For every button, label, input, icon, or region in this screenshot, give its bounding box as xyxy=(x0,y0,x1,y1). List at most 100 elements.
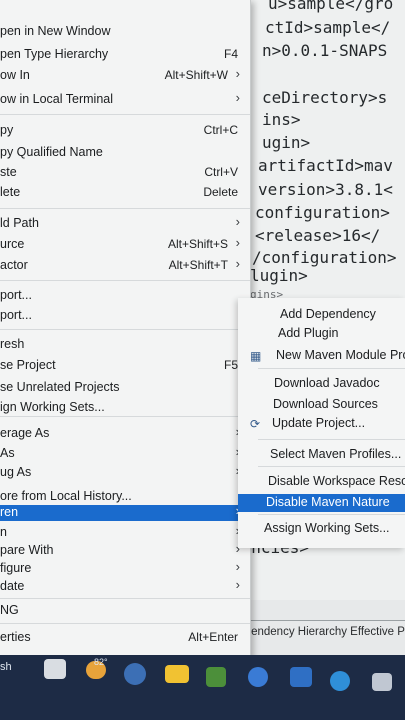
menu-item[interactable]: ug As› xyxy=(0,463,250,483)
chrome-icon[interactable] xyxy=(124,663,146,685)
menu-item[interactable]: ren› xyxy=(0,503,250,521)
submenu-item[interactable]: Add Dependency xyxy=(238,306,405,324)
pom-tab-labels[interactable]: Dependency Hierarchy Effective P xyxy=(230,626,405,638)
menu-separator xyxy=(0,329,250,330)
menu-item[interactable]: pare With › xyxy=(0,541,250,561)
menu-item[interactable]: lete Delete xyxy=(0,183,250,203)
code-line: /configuration> xyxy=(252,248,397,267)
menu-item-label: py Qualified Name xyxy=(0,145,103,159)
menu-item[interactable]: erage As› xyxy=(0,424,250,444)
menu-item[interactable]: ore from Local History... xyxy=(0,487,250,507)
menu-item-shortcut: Alt+Shift+W xyxy=(164,68,228,82)
menu-item[interactable]: py Ctrl+C xyxy=(0,121,250,141)
menu-item-label: resh xyxy=(0,337,25,351)
submenu-item[interactable]: Add Plugin xyxy=(238,325,405,343)
submenu-item[interactable]: Disable Maven Nature xyxy=(238,494,405,512)
update-icon: ⟳ xyxy=(250,417,261,431)
submenu-item[interactable]: Download Javadoc xyxy=(238,375,405,393)
menu-item[interactable]: pen Type Hierarchy F4 xyxy=(0,45,250,65)
submenu-item[interactable]: Download Sources xyxy=(238,396,405,414)
code-line: ceDirectory>s xyxy=(262,88,388,107)
code-line: configuration> xyxy=(255,203,390,222)
submenu-separator xyxy=(258,368,405,369)
code-line: ins> xyxy=(262,110,301,129)
menu-item[interactable]: ign Working Sets... xyxy=(0,398,250,418)
menu-item-label: pen in New Window xyxy=(0,24,111,38)
pom-editor-tabs[interactable]: Dependency Hierarchy Effective P xyxy=(230,626,405,656)
chevron-right-icon: › xyxy=(235,256,240,271)
menu-item-label: se Unrelated Projects xyxy=(0,380,120,394)
menu-item[interactable]: port... xyxy=(0,286,250,306)
submenu-item-label: Disable Workspace Resolu xyxy=(268,474,405,488)
menu-item-label: ore from Local History... xyxy=(0,489,132,503)
menu-item-shortcut: Ctrl+C xyxy=(203,123,238,137)
menu-item[interactable]: ld Path › xyxy=(0,214,250,234)
menu-item[interactable]: urce Alt+Shift+S › xyxy=(0,235,250,255)
submenu-item[interactable]: Disable Workspace Resolu xyxy=(238,473,405,491)
app-icon[interactable] xyxy=(290,667,312,687)
menu-item-label: erage As xyxy=(0,426,50,440)
menu-item[interactable]: erties Alt+Enter xyxy=(0,628,250,648)
menu-item-label: ign Working Sets... xyxy=(0,400,105,414)
chevron-right-icon: › xyxy=(235,577,240,592)
menu-item[interactable]: date › xyxy=(0,577,250,597)
file-icon[interactable] xyxy=(44,659,66,679)
menu-item[interactable]: figure › xyxy=(0,559,250,579)
submenu-separator xyxy=(258,514,405,515)
menu-item-label: port... xyxy=(0,308,32,322)
menu-item[interactable]: n› xyxy=(0,523,250,543)
folder-icon[interactable] xyxy=(165,665,189,683)
menu-item-shortcut: Alt+Shift+T xyxy=(168,258,228,272)
menu-item-label: pare With xyxy=(0,543,54,557)
submenu-separator xyxy=(258,466,405,467)
submenu-item[interactable]: ⟳ Update Project... xyxy=(238,415,405,433)
menu-item[interactable]: As› xyxy=(0,444,250,464)
menu-item[interactable]: NG xyxy=(0,601,250,621)
menu-item[interactable]: ste Ctrl+V xyxy=(0,163,250,183)
chevron-right-icon: › xyxy=(235,214,240,229)
code-line: lugin> xyxy=(250,266,308,285)
taskbar-search[interactable]: sh xyxy=(0,661,12,673)
menu-item[interactable]: se Project F5 xyxy=(0,356,250,376)
divider xyxy=(228,620,405,621)
maven-module-icon: ▦ xyxy=(250,349,262,363)
menu-item[interactable]: ow In Alt+Shift+W › xyxy=(0,66,250,86)
menu-item[interactable]: resh xyxy=(0,335,250,355)
code-line: ctId>sample</ xyxy=(265,18,391,37)
menu-item[interactable]: ow in Local Terminal › xyxy=(0,90,250,110)
menu-item-shortcut: F4 xyxy=(223,47,238,61)
menu-item[interactable]: port... xyxy=(0,306,250,326)
submenu-item-label: Disable Maven Nature xyxy=(266,495,390,509)
submenu-item[interactable]: Select Maven Profiles... xyxy=(238,446,405,464)
menu-item[interactable]: py Qualified Name xyxy=(0,143,250,163)
menu-item-label: n xyxy=(0,525,7,539)
submenu-item[interactable]: Assign Working Sets... xyxy=(238,520,405,538)
menu-separator xyxy=(0,280,250,281)
context-menu: pen in New Window pen Type Hierarchy F4 ow … xyxy=(0,0,251,660)
submenu-item-label: Download Sources xyxy=(273,397,378,411)
store-icon[interactable] xyxy=(206,667,226,687)
submenu-item[interactable]: ▦ New Maven Module Pro xyxy=(238,347,405,365)
menu-item[interactable]: se Unrelated Projects xyxy=(0,378,250,398)
menu-item[interactable]: actor Alt+Shift+T › xyxy=(0,256,250,276)
code-line: n>0.0.1-SNAPS xyxy=(262,41,388,60)
chevron-right-icon: › xyxy=(235,66,240,81)
menu-item-label: ow in Local Terminal xyxy=(0,92,114,106)
submenu-item-label: Assign Working Sets... xyxy=(264,521,390,535)
settings-icon[interactable] xyxy=(330,671,350,691)
eclipse-icon[interactable] xyxy=(372,673,392,691)
menu-item-label: actor xyxy=(0,258,28,272)
menu-item-label: pen Type Hierarchy xyxy=(0,47,109,61)
menu-item-label: se Project xyxy=(0,358,56,372)
telegram-icon[interactable] xyxy=(248,667,268,687)
code-line: <release>16</ xyxy=(255,226,381,245)
menu-item-shortcut: Delete xyxy=(203,185,238,199)
menu-item[interactable]: pen in New Window xyxy=(0,22,250,42)
submenu-item-label: Download Javadoc xyxy=(274,376,380,390)
code-line: artifactId>mav xyxy=(258,156,393,175)
weather-temp: 82° xyxy=(94,657,108,667)
menu-item-label: date xyxy=(0,579,25,593)
submenu-separator xyxy=(258,439,405,440)
maven-submenu: Add Dependency Add Plugin ▦ New Maven Modul… xyxy=(238,298,405,548)
menu-item-label: ld Path xyxy=(0,216,39,230)
